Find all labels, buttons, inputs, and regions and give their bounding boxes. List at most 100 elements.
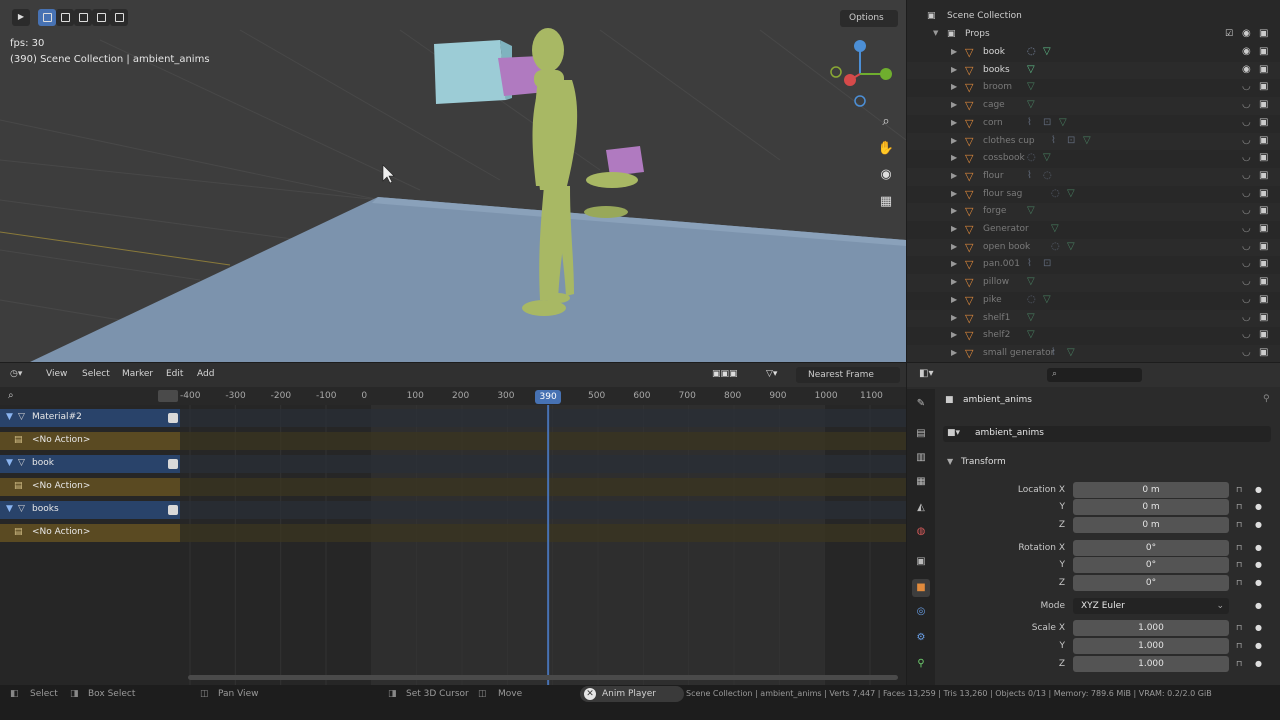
- rotation-mode-dropdown[interactable]: XYZ Euler ⌄: [1073, 598, 1229, 614]
- data-name-field[interactable]: ■▾ ambient_anims: [943, 426, 1271, 442]
- properties-search-input[interactable]: ⌕: [1047, 368, 1142, 382]
- lock-icon[interactable]: ⊓: [1236, 659, 1242, 668]
- location-z-field[interactable]: 0 m: [1073, 517, 1229, 533]
- 3d-viewport[interactable]: ▶ Options fps: 30 (390) Scene Collection…: [0, 0, 906, 362]
- render-camera-icon[interactable]: ▣: [1259, 205, 1268, 216]
- channel-list[interactable]: ▼ ▽ Material#2 ▤ <No Action> ▼ ▽ book ▤ <No Actio…: [0, 405, 180, 685]
- eye-closed-icon[interactable]: ◡: [1242, 329, 1251, 340]
- render-camera-icon[interactable]: ▣: [1259, 135, 1268, 146]
- eye-closed-icon[interactable]: ◡: [1242, 276, 1251, 287]
- location-x-field[interactable]: 0 m: [1073, 482, 1229, 498]
- keyframe-dot-icon[interactable]: ●: [1255, 520, 1262, 529]
- render-camera-icon[interactable]: ▣: [1259, 170, 1268, 181]
- channel-action-row[interactable]: ▤ <No Action>: [0, 432, 180, 450]
- tab-scene[interactable]: ◭: [912, 499, 930, 517]
- tab-data[interactable]: ⚲: [912, 655, 930, 673]
- render-camera-icon[interactable]: ▣: [1259, 81, 1268, 92]
- outliner-item[interactable]: ▶ ▽ pillow ▽ ◡ ▣: [907, 274, 1280, 292]
- render-camera-icon[interactable]: ▣: [1259, 28, 1268, 39]
- keyframe-dot-icon[interactable]: ●: [1255, 659, 1262, 668]
- outliner-item[interactable]: ▶ ▽ shelf1 ▽ ◡ ▣: [907, 309, 1280, 328]
- zoom-icon[interactable]: ⌕: [876, 112, 896, 132]
- expand-arrow-icon[interactable]: ▶: [951, 277, 957, 286]
- lock-icon[interactable]: ⊓: [1236, 623, 1242, 632]
- tab-render[interactable]: ▤: [912, 425, 930, 443]
- scale-z-field[interactable]: 1.000: [1073, 656, 1229, 672]
- outliner-item[interactable]: ▶ ▽ open book ◌ ▽ ◡ ▣: [907, 238, 1280, 257]
- checkbox-icon[interactable]: ☑: [1225, 29, 1233, 39]
- eye-closed-icon[interactable]: ◡: [1242, 170, 1251, 181]
- eye-closed-icon[interactable]: ◡: [1242, 117, 1251, 128]
- expand-arrow-icon[interactable]: ▶: [951, 171, 957, 180]
- editor-type-icon[interactable]: ◷▾: [10, 369, 22, 379]
- camera-view-icon[interactable]: ◉: [876, 165, 896, 185]
- expand-arrow-icon[interactable]: ▶: [951, 100, 957, 109]
- outliner-item[interactable]: ▶ ▽ small generator ⌇ ▽ ◡ ▣: [907, 344, 1280, 362]
- frame-ruler[interactable]: ⌕ -400 -300 -200 -100 0 100 200 300 500 600 700 800…: [0, 387, 906, 405]
- editor-type-icon[interactable]: ◧▾: [919, 368, 933, 379]
- outliner-scene-collection[interactable]: ▣ Scene Collection: [907, 8, 1280, 26]
- keyframe-dot-icon[interactable]: ●: [1255, 560, 1262, 569]
- anim-player-status[interactable]: ✕ Anim Player: [580, 686, 684, 702]
- channel-checkbox[interactable]: [168, 459, 178, 469]
- scale-x-field[interactable]: 1.000: [1073, 620, 1229, 636]
- tab-constraints[interactable]: ⚙: [912, 629, 930, 647]
- lock-icon[interactable]: ⊓: [1236, 641, 1242, 650]
- eye-closed-icon[interactable]: ◡: [1242, 294, 1251, 305]
- outliner-item[interactable]: ▶ ▽ pan.001 ⌇ ⊡ ◡ ▣: [907, 256, 1280, 274]
- outliner-item[interactable]: ▶ ▽ shelf2 ▽ ◡ ▣: [907, 327, 1280, 345]
- properties-panel[interactable]: ◧▾ ⌕ ✎ ▤ ▥ ▦ ◭ ◍ ▣ ■ ◎ ⚙ ⚲ ■ ambient_ani…: [907, 363, 1280, 685]
- expand-arrow-icon[interactable]: ▶: [951, 313, 957, 322]
- keyframe-dot-icon[interactable]: ●: [1255, 578, 1262, 587]
- menu-view[interactable]: View: [46, 369, 67, 379]
- outliner-props-collection[interactable]: ▼ ▣ Props ☑ ◉ ▣: [907, 26, 1280, 44]
- menu-marker[interactable]: Marker: [122, 369, 153, 379]
- eye-closed-icon[interactable]: ◡: [1242, 188, 1251, 199]
- keyframe-dot-icon[interactable]: ●: [1255, 543, 1262, 552]
- expand-arrow-icon[interactable]: ▶: [951, 189, 957, 198]
- render-camera-icon[interactable]: ▣: [1259, 117, 1268, 128]
- rotation-y-field[interactable]: 0°: [1073, 557, 1229, 573]
- keyframe-dot-icon[interactable]: ●: [1255, 623, 1262, 632]
- expand-arrow-icon[interactable]: ▶: [951, 136, 957, 145]
- play-button[interactable]: ▶: [12, 9, 30, 26]
- expand-arrow-icon[interactable]: ▶: [951, 82, 957, 91]
- channel-object-row[interactable]: ▼ ▽ Material#2: [0, 409, 180, 427]
- expand-arrow-icon[interactable]: ▼: [6, 412, 13, 422]
- keyframe-dot-icon[interactable]: ●: [1255, 502, 1262, 511]
- location-y-field[interactable]: 0 m: [1073, 499, 1229, 515]
- expand-arrow-icon[interactable]: ▶: [951, 259, 957, 268]
- tab-object[interactable]: ■: [912, 579, 930, 597]
- action-editor[interactable]: ◷▾ View Select Marker Edit Add ▣▣▣ ▽▾ Ne…: [0, 363, 906, 685]
- outliner-panel[interactable]: ▣ Scene Collection ▼ ▣ Props ☑ ◉ ▣ ▶ ▽ boo…: [907, 0, 1280, 362]
- eye-closed-icon[interactable]: ◡: [1242, 152, 1251, 163]
- expand-arrow-icon[interactable]: ▼: [6, 504, 13, 514]
- eye-icon[interactable]: ◉: [1242, 28, 1251, 39]
- render-camera-icon[interactable]: ▣: [1259, 347, 1268, 358]
- outliner-item[interactable]: ▶ ▽ clothes cup ⌇ ⊡ ▽ ◡ ▣: [907, 132, 1280, 151]
- select-mode-subtract-button[interactable]: [74, 9, 92, 26]
- render-camera-icon[interactable]: ▣: [1259, 241, 1268, 252]
- eye-closed-icon[interactable]: ◡: [1242, 312, 1251, 323]
- tab-physics[interactable]: ◎: [912, 603, 930, 621]
- render-camera-icon[interactable]: ▣: [1259, 294, 1268, 305]
- render-camera-icon[interactable]: ▣: [1259, 152, 1268, 163]
- outliner-item[interactable]: ▶ ▽ Generator ▽ ◡ ▣: [907, 221, 1280, 239]
- perspective-toggle-icon[interactable]: ▦: [876, 192, 896, 212]
- scale-y-field[interactable]: 1.000: [1073, 638, 1229, 654]
- eye-closed-icon[interactable]: ◡: [1242, 99, 1251, 110]
- menu-add[interactable]: Add: [197, 369, 214, 379]
- eye-closed-icon[interactable]: ◡: [1242, 205, 1251, 216]
- expand-arrow-icon[interactable]: ▶: [951, 348, 957, 357]
- eye-closed-icon[interactable]: ◡: [1242, 223, 1251, 234]
- render-camera-icon[interactable]: ▣: [1259, 312, 1268, 323]
- render-camera-icon[interactable]: ▣: [1259, 99, 1268, 110]
- expand-arrow-icon[interactable]: ▶: [951, 153, 957, 162]
- channel-checkbox[interactable]: [168, 505, 178, 515]
- keyframe-dot-icon[interactable]: ●: [1255, 641, 1262, 650]
- lock-icon[interactable]: ⊓: [1236, 578, 1242, 587]
- channel-checkbox[interactable]: [168, 413, 178, 423]
- keyframe-dot-icon[interactable]: ●: [1255, 485, 1262, 494]
- keyframe-area[interactable]: [180, 405, 906, 685]
- expand-arrow-icon[interactable]: ▶: [951, 224, 957, 233]
